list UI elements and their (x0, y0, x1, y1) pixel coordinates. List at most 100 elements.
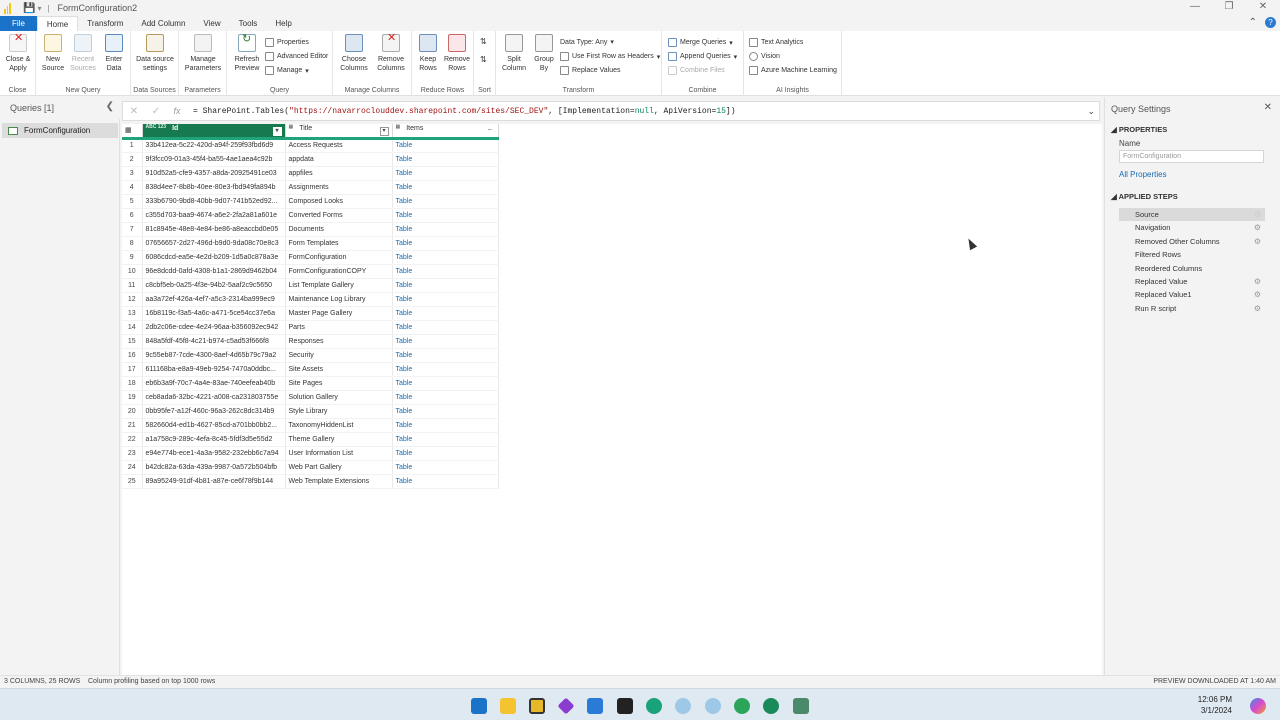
help-icon[interactable]: ? (1265, 17, 1276, 28)
manage-button[interactable]: Manage ▾ (265, 66, 309, 75)
cell-id[interactable]: e94e774b-ece1-4a3a-9582-232ebb6c7a94 (142, 446, 286, 461)
query-item-formconfiguration[interactable]: FormConfiguration (2, 123, 118, 138)
cell-items[interactable]: Table (392, 152, 499, 167)
cell-id[interactable]: 33b412ea-5c22-420d-a94f-259f93fbd6d9 (142, 138, 286, 153)
tab-tools[interactable]: Tools (230, 16, 267, 31)
recent-sources-button[interactable]: Recent Sources (68, 34, 98, 73)
cell-id[interactable]: c8cbf5eb-0a25-4f3e-94b2-5aaf2c9c5650 (142, 278, 286, 293)
cell-items[interactable]: Table (392, 362, 499, 377)
row-number[interactable]: 13 (122, 306, 143, 321)
cell-title[interactable]: FormConfigurationCOPY (285, 264, 393, 279)
cell-id[interactable]: 0bb95fe7-a12f-460c-96a3-262c8dc314b9 (142, 404, 286, 419)
collapse-ribbon-icon[interactable]: ⌃ (1249, 17, 1257, 28)
row-number[interactable]: 18 (122, 376, 143, 391)
row-number[interactable]: 23 (122, 446, 143, 461)
cell-id[interactable]: eb6b3a9f-70c7-4a4e-83ae-740eefeab40b (142, 376, 286, 391)
save-icon[interactable]: 💾 (23, 3, 35, 14)
row-number[interactable]: 1 (122, 138, 143, 153)
tab-help[interactable]: Help (266, 16, 300, 31)
cell-title[interactable]: Converted Forms (285, 208, 393, 223)
data-source-settings-button[interactable]: Data source settings (133, 34, 177, 73)
remove-rows-button[interactable]: Remove Rows (442, 34, 472, 73)
append-queries-button[interactable]: Append Queries ▾ (668, 52, 737, 61)
column-header-title[interactable]: ▦ Title ▾ (285, 124, 393, 138)
quick-access-dropdown-icon[interactable]: ▾ (37, 4, 41, 13)
replace-values-button[interactable]: Replace Values (560, 66, 621, 75)
step-settings-gear-icon[interactable]: ⚙ (1254, 208, 1261, 221)
cell-items[interactable]: Table (392, 334, 499, 349)
cell-id[interactable]: a1a758c9-289c-4efa-8c45-5fdf3d5e55d2 (142, 432, 286, 447)
close-window-icon[interactable]: ✕ (1246, 0, 1280, 14)
status-profiling[interactable]: Column profiling based on top 1000 rows (88, 678, 215, 685)
applied-steps-header[interactable]: ◢ APPLIED STEPS (1111, 192, 1178, 201)
properties-button[interactable]: Properties (265, 38, 309, 47)
cell-title[interactable]: TaxonomyHiddenList (285, 418, 393, 433)
cell-items[interactable]: Table (392, 320, 499, 335)
cell-items[interactable]: Table (392, 236, 499, 251)
tab-add-column[interactable]: Add Column (132, 16, 194, 31)
cell-id[interactable]: 9c55eb87-7cde-4300-8aef-4d65b79c79a2 (142, 348, 286, 363)
column-header-id[interactable]: ABC 123 Id ▾ (142, 124, 286, 138)
cell-title[interactable]: Web Template Extensions (285, 474, 393, 489)
new-source-button[interactable]: New Source (38, 34, 68, 73)
cell-id[interactable]: c355d703-baa9-4674-a6e2-2fa2a81a601e (142, 208, 286, 223)
cell-title[interactable]: Access Requests (285, 138, 393, 153)
column-header-items[interactable]: ▦ Items ⇔ (392, 124, 499, 138)
sort-ascending-icon[interactable]: ⇅ (480, 37, 487, 46)
cell-title[interactable]: FormConfiguration (285, 250, 393, 265)
cell-items[interactable]: Table (392, 194, 499, 209)
properties-header[interactable]: ◢ PROPERTIES (1111, 125, 1167, 134)
row-number[interactable]: 19 (122, 390, 143, 405)
cell-title[interactable]: Solution Gallery (285, 390, 393, 405)
commit-formula-icon[interactable]: ✓ (145, 106, 167, 117)
cell-items[interactable]: Table (392, 278, 499, 293)
cell-id[interactable]: 81c8945e-48e8-4e84-be86-a8eaccbd0e05 (142, 222, 286, 237)
azure-ml-button[interactable]: Azure Machine Learning (749, 66, 837, 75)
row-number[interactable]: 24 (122, 460, 143, 475)
name-field[interactable]: FormConfiguration (1119, 150, 1264, 163)
step-settings-gear-icon[interactable]: ⚙ (1254, 302, 1261, 315)
restore-icon[interactable]: ❐ (1212, 0, 1246, 14)
split-column-button[interactable]: Split Column (498, 34, 530, 73)
cell-items[interactable]: Table (392, 390, 499, 405)
all-properties-link[interactable]: All Properties (1119, 170, 1167, 179)
row-number[interactable]: 9 (122, 250, 143, 265)
formula-input[interactable]: = SharePoint.Tables("https://navarroclou… (193, 107, 736, 116)
cell-id[interactable]: 611168ba-e8a9-49eb-9254-7470a0ddbc... (142, 362, 286, 377)
step-settings-gear-icon[interactable]: ⚙ (1254, 235, 1261, 248)
row-number[interactable]: 2 (122, 152, 143, 167)
cell-items[interactable]: Table (392, 264, 499, 279)
cell-items[interactable]: Table (392, 474, 499, 489)
merge-queries-button[interactable]: Merge Queries ▾ (668, 38, 733, 47)
group-by-button[interactable]: Group By (531, 34, 557, 73)
data-type-dropdown[interactable]: Data Type: Any ▾ (560, 38, 614, 47)
applied-step[interactable]: Reordered Columns (1119, 262, 1265, 275)
row-number[interactable]: 4 (122, 180, 143, 195)
cell-title[interactable]: Parts (285, 320, 393, 335)
cell-id[interactable]: ceb8ada6-32bc-4221-a008-ca231803755e (142, 390, 286, 405)
cell-id[interactable]: 582660d4-ed1b-4627-85cd-a701bb0bb2... (142, 418, 286, 433)
tab-home[interactable]: Home (36, 16, 79, 31)
close-settings-icon[interactable]: ✕ (1264, 102, 1272, 113)
row-number[interactable]: 5 (122, 194, 143, 209)
applied-step[interactable]: Source ⚙ (1119, 208, 1265, 221)
power-bi-icon[interactable] (529, 698, 545, 714)
cell-items[interactable]: Table (392, 446, 499, 461)
expand-formula-icon[interactable]: ⌄ (1087, 106, 1095, 117)
combine-files-button[interactable]: Combine Files (668, 66, 725, 75)
applied-step[interactable]: Navigation ⚙ (1119, 221, 1265, 234)
cell-id[interactable]: 910d52a5-cfe9-4357-a8da-20925491ce03 (142, 166, 286, 181)
cell-items[interactable]: Table (392, 404, 499, 419)
cell-id[interactable]: 89a95249-91df-4b81-a87e-ce6f78f9b144 (142, 474, 286, 489)
cell-id[interactable]: 838d4ee7-8b8b-40ee-80e3-fbd949fa894b (142, 180, 286, 195)
vision-button[interactable]: Vision (749, 52, 780, 61)
tab-transform[interactable]: Transform (78, 16, 132, 31)
cell-items[interactable]: Table (392, 348, 499, 363)
tab-view[interactable]: View (194, 16, 229, 31)
cancel-formula-icon[interactable]: ✕ (123, 106, 145, 117)
step-settings-gear-icon[interactable]: ⚙ (1254, 275, 1261, 288)
cell-items[interactable]: Table (392, 306, 499, 321)
choose-columns-button[interactable]: Choose Columns (336, 34, 372, 73)
row-number[interactable]: 6 (122, 208, 143, 223)
cell-items[interactable]: Table (392, 138, 499, 153)
